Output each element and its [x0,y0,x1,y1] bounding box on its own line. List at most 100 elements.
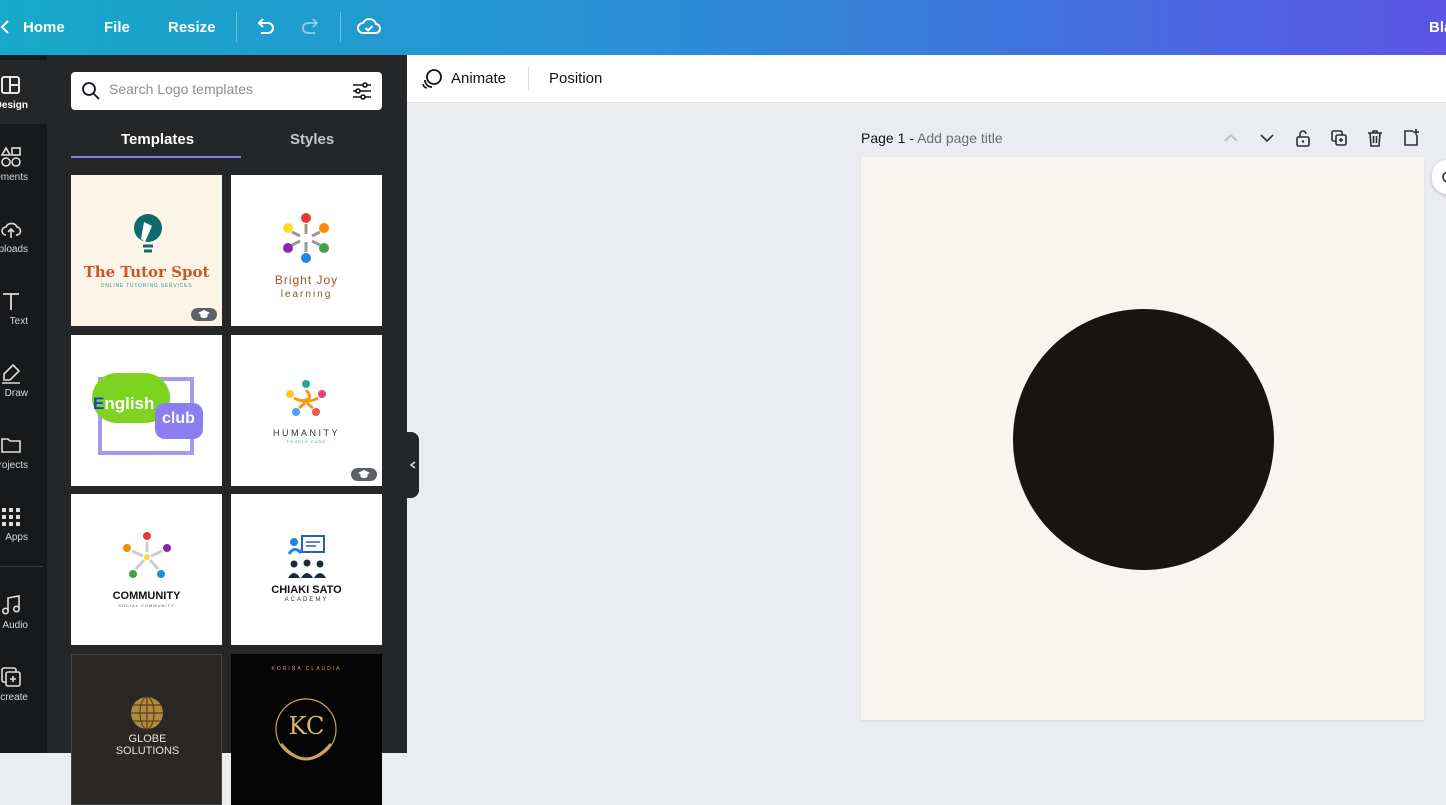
rail-item-design[interactable]: Design [0,60,47,124]
pen-icon [2,363,21,384]
redo-icon[interactable] [298,14,324,40]
rail-label: Draw [4,388,28,399]
template-card[interactable]: COMMUNITY SOCIAL COMMUNITY [71,494,222,645]
template-title: CHIAKI SATO [271,584,342,596]
education-badge [351,468,377,481]
rail-item-apps[interactable]: Apps [0,492,47,556]
rail-label: Apps [5,532,28,543]
pencil-bulb-logo-icon [134,214,162,253]
circle-shape[interactable] [1013,309,1274,570]
template-card[interactable]: CHIAKI SATO ACADEMY [231,494,382,645]
active-tab-indicator [71,156,241,158]
grid-icon [2,508,20,526]
rail-label: Audio [2,620,28,631]
template-title: COMMUNITY [112,590,181,602]
page-header: Page 1 - Add page title [861,130,1003,146]
template-subtitle: ONLINE TUTORING SERVICES [100,283,193,289]
title-initial: E [93,394,105,413]
people-circle-logo-icon [283,213,329,263]
tab-styles[interactable]: Styles [290,131,334,148]
filter-sliders-icon[interactable] [352,81,372,101]
template-subtitle: SOCIAL COMMUNITY [118,603,175,608]
rail-label: ploads [0,244,28,255]
template-subtitle: ACADEMY [284,597,329,603]
template-title: HUMANITY [273,428,340,438]
rail-label: k create [0,692,28,703]
template-subtitle: learning [280,289,333,300]
text-icon [3,293,19,310]
template-title: GLOBE [128,733,167,745]
chevron-left-icon [409,461,416,469]
template-subtitle: PEOPLE CARE [286,439,327,444]
search-icon [82,82,100,100]
rail-label: Text [9,316,28,327]
rail-item-audio[interactable]: Audio [0,580,47,644]
toolbar-divider [236,12,237,42]
position-button[interactable]: Position [549,55,602,103]
collapse-panel-handle[interactable] [407,432,419,498]
undo-icon[interactable] [252,14,278,40]
toolbar-divider [528,67,529,91]
template-card[interactable]: English club [71,335,222,486]
community-star-logo-icon [123,532,171,578]
context-toolbar: Animate Position [407,55,1446,103]
file-menu-button[interactable]: File [104,0,130,55]
classroom-logo-icon [287,535,326,578]
trash-icon[interactable] [1365,128,1385,148]
search-box[interactable] [71,72,382,110]
cloud-upload-icon [1,222,22,238]
graduation-cap-icon [358,470,370,478]
top-bar: Home File Resize Bla [0,0,1446,55]
layout-icon [1,76,20,94]
rail-item-projects[interactable]: rojects [0,420,47,484]
search-input[interactable] [109,81,329,97]
cloud-saved-icon[interactable] [356,14,382,40]
resize-button[interactable]: Resize [168,0,216,55]
rail-label: Design [0,100,28,111]
rail-item-draw[interactable]: Draw [0,348,47,412]
rail-item-text[interactable]: Text [0,276,47,340]
template-subtitle: SOLUTIONS [115,745,180,757]
refresh-fab-button[interactable] [1432,160,1446,194]
template-title: English [93,394,154,414]
template-title: The Tutor Spot [83,263,210,281]
bulk-create-icon [1,667,21,687]
rail-item-bulk-create[interactable]: k create [0,652,47,716]
design-canvas[interactable] [861,157,1424,720]
education-badge [191,308,217,321]
chevron-down-icon[interactable] [1257,128,1277,148]
globe-logo-icon [131,696,163,730]
rail-item-uploads[interactable]: ploads [0,204,47,268]
user-name[interactable]: Bla [1429,0,1446,55]
template-title: KC [288,712,325,740]
home-button[interactable]: Home [23,0,65,55]
template-card[interactable]: The Tutor Spot ONLINE TUTORING SERVICES [71,175,222,326]
people-pinwheel-logo-icon [286,380,326,416]
template-title: Bright Joy [274,273,339,287]
rail-divider [0,566,43,567]
left-rail: Design ements ploads Text Draw rojects A… [0,55,47,753]
template-card[interactable]: KC KORINA CLAUDIA [231,654,382,805]
template-card[interactable]: Bright Joy learning [231,175,382,326]
animate-button[interactable]: Animate [451,55,506,103]
page-label: Page 1 - [861,130,914,146]
template-card[interactable]: GLOBE SOLUTIONS [71,654,222,805]
template-card[interactable]: HUMANITY PEOPLE CARE [231,335,382,486]
animate-icon [422,69,442,89]
folder-icon [1,438,21,453]
add-page-icon[interactable] [1401,128,1421,148]
rail-item-elements[interactable]: ements [0,132,47,196]
back-chevron-icon[interactable] [0,19,12,35]
template-subtitle: club [162,410,195,427]
page-title-input[interactable]: Add page title [917,130,1003,146]
toolbar-divider [340,12,341,42]
templates-panel: Templates Styles The Tutor Spot ONLINE T… [47,55,407,805]
template-subtitle: KORINA CLAUDIA [271,666,342,672]
lock-icon[interactable] [1293,128,1313,148]
music-icon [1,595,21,615]
graduation-cap-icon [198,310,210,318]
duplicate-page-icon[interactable] [1329,128,1349,148]
refresh-icon [1442,171,1446,183]
chevron-up-icon[interactable] [1221,128,1241,148]
tab-templates[interactable]: Templates [121,131,194,148]
